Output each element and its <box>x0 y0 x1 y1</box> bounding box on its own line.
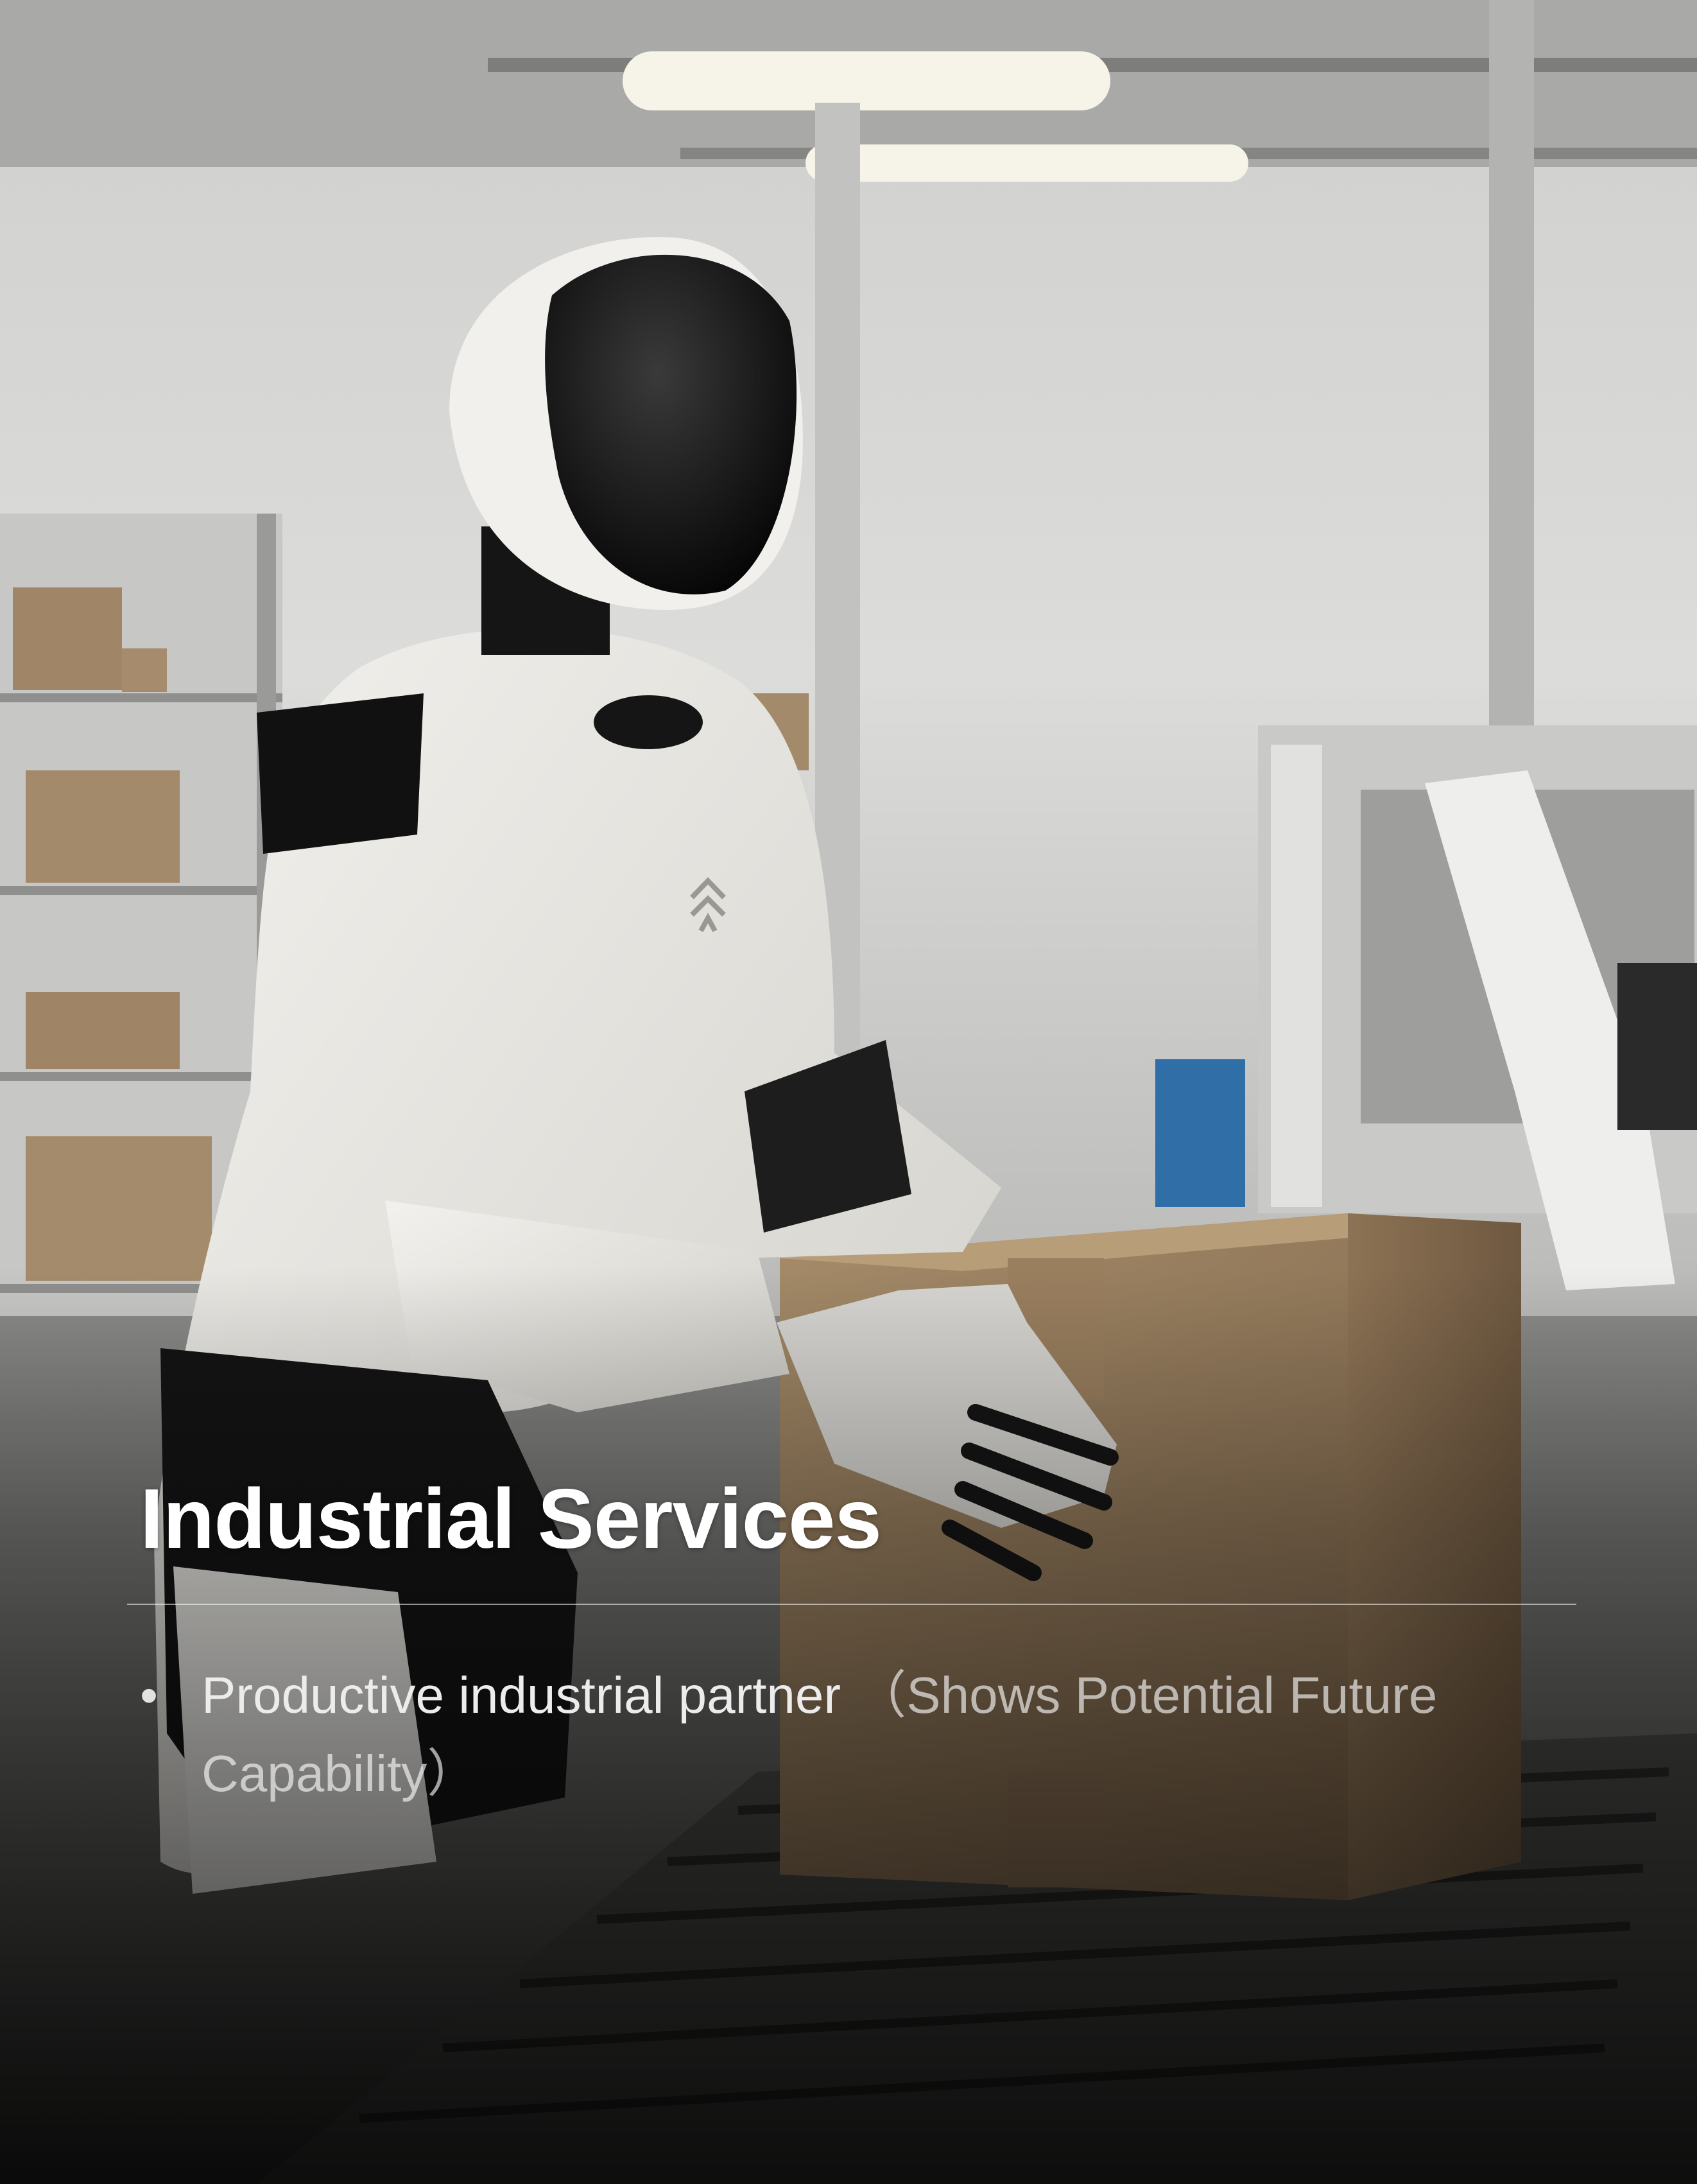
title-divider <box>127 1604 1576 1605</box>
bullet-list: • Productive industrial partner （Shows P… <box>140 1656 1578 1813</box>
photo-shade-overlay <box>0 0 1697 2184</box>
bullet-item: • Productive industrial partner （Shows P… <box>140 1656 1578 1813</box>
bullet-marker: • <box>140 1667 159 1724</box>
slide-title: Industrial Services <box>140 1471 882 1566</box>
bullet-text: Productive industrial partner <box>202 1667 841 1724</box>
